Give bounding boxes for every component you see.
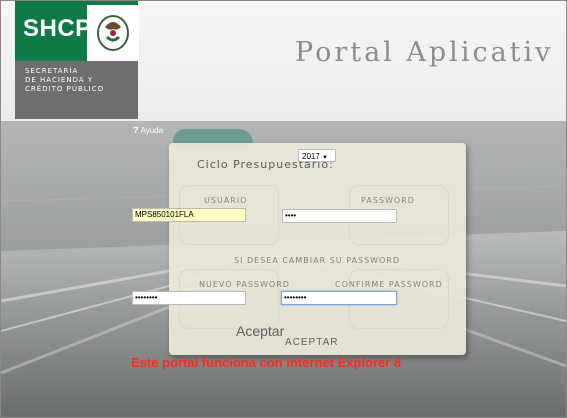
new-password-label: Nuevo Password [199, 280, 290, 289]
new-password-field[interactable]: •••••••• [132, 291, 246, 305]
usuario-label: Usuario [204, 196, 248, 205]
year-select[interactable]: 2017 ▼ [298, 149, 336, 162]
agency-line-3: CRÉDITO PÚBLICO [25, 85, 105, 93]
usuario-field[interactable]: MPS850101FLA [132, 208, 246, 222]
app-window: SHCP SECRETARÍA DE HACIENDA Y CRÉDITO PÚ… [0, 0, 567, 418]
mexico-seal-icon [87, 5, 139, 61]
agency-line-1: SECRETARÍA [25, 67, 79, 75]
logo-text: SHCP [23, 15, 92, 42]
accept-button[interactable]: ACEPTAR [285, 337, 339, 348]
login-card [169, 143, 466, 355]
header-banner: SHCP SECRETARÍA DE HACIENDA Y CRÉDITO PÚ… [1, 1, 566, 121]
confirm-password-label: Confirme Password [335, 280, 443, 289]
accept-text[interactable]: Aceptar [236, 323, 284, 339]
year-select-value: 2017 [302, 152, 320, 161]
password-field[interactable]: •••• [282, 209, 397, 223]
change-password-prompt: Si desea cambiar su Password [234, 256, 401, 265]
browser-warning: Este portal funciona con Internet Explor… [131, 355, 402, 370]
help-label: Ayuda [140, 126, 164, 135]
portal-title: Portal Aplicativ [295, 37, 554, 68]
confirm-password-field[interactable]: •••••••• [281, 291, 397, 305]
password-label: Password [361, 196, 415, 205]
chevron-down-icon: ▼ [322, 155, 328, 161]
question-icon: ? [133, 125, 139, 135]
agency-line-2: DE HACIENDA Y [25, 76, 94, 84]
help-link[interactable]: ? Ayuda [133, 125, 163, 135]
agency-name: SECRETARÍA DE HACIENDA Y CRÉDITO PÚBLICO [25, 67, 104, 94]
